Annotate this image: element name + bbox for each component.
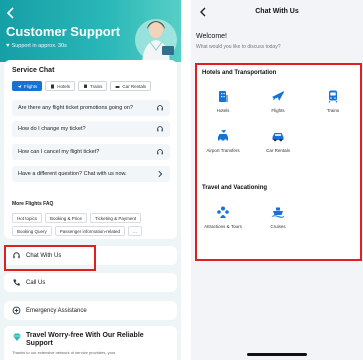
- welcome-prompt: What would you like to discuss today?: [196, 44, 281, 50]
- travel-card-description: Thanks to our extensive network of servi…: [12, 350, 116, 355]
- diamond-icon: [13, 333, 21, 341]
- faq-chip-more[interactable]: ...: [128, 226, 142, 236]
- chat-now-text: Have a different question? Chat with us …: [18, 171, 127, 177]
- train-icon: [84, 84, 88, 88]
- faq-question[interactable]: How do I change my ticket?: [12, 121, 170, 137]
- tab-label: Hotels: [57, 83, 71, 89]
- service-chat-title: Service Chat: [12, 67, 55, 74]
- car-icon: [115, 85, 120, 88]
- tab-label: Trains: [90, 83, 103, 89]
- plane-icon: [17, 84, 22, 88]
- faq-chips-row: Booking Query Passenger information-rela…: [12, 226, 142, 236]
- faq-chips-row: Hot topics Booking & Price Ticketing & P…: [12, 213, 142, 223]
- travel-card-title: Travel Worry-free With Our Reliable Supp…: [26, 332, 144, 347]
- faq-chip[interactable]: Passenger information-related: [54, 226, 126, 236]
- emergency-assistance-label: Emergency Assistance: [26, 307, 87, 314]
- faq-chip[interactable]: Booking Query: [12, 226, 52, 236]
- phone-icon: [13, 279, 20, 286]
- faq-chip[interactable]: Booking & Price: [45, 213, 88, 223]
- tab-label: Car Rentals: [122, 83, 147, 89]
- back-icon[interactable]: [5, 7, 17, 19]
- travel-worry-free-card: Travel Worry-free With Our Reliable Supp…: [4, 326, 177, 360]
- welcome-text: Welcome!: [196, 33, 227, 40]
- left-screen: Customer Support ♥ Support in approx. 30…: [0, 0, 181, 360]
- headset-icon: [157, 149, 163, 155]
- support-time-label: Support in approx. 30s: [11, 43, 67, 49]
- chevron-right-icon: [158, 170, 163, 178]
- service-chat-panel: Service Chat Flights Hotels Trains Car R…: [4, 60, 177, 239]
- right-screen: Chat With Us Welcome! What would you lik…: [191, 0, 363, 360]
- heart-icon: ♥: [6, 43, 10, 49]
- support-time: ♥ Support in approx. 30s: [6, 43, 67, 49]
- support-header: Customer Support ♥ Support in approx. 30…: [0, 0, 181, 62]
- page-title: Customer Support: [6, 24, 121, 39]
- emergency-icon: [12, 306, 21, 315]
- chat-now-row[interactable]: Have a different question? Chat with us …: [12, 166, 170, 182]
- faq-chip[interactable]: Ticketing & Payment: [90, 213, 142, 223]
- product-tabs: Flights Hotels Trains Car Rentals: [12, 81, 152, 91]
- highlight-box: [4, 245, 96, 271]
- more-faq-label: More Flights FAQ: [12, 201, 54, 207]
- faq-chip[interactable]: Hot topics: [12, 213, 43, 223]
- faq-question-text: Are there any flight ticket promotions g…: [18, 105, 133, 111]
- faq-question-text: How can I cancel my flight ticket?: [18, 149, 100, 155]
- headset-icon: [157, 126, 163, 132]
- tab-trains[interactable]: Trains: [78, 81, 108, 91]
- support-agent-illustration: [135, 19, 177, 62]
- page-title: Chat With Us: [255, 8, 299, 15]
- call-us-button[interactable]: Call Us: [4, 273, 177, 292]
- faq-question[interactable]: Are there any flight ticket promotions g…: [12, 100, 170, 116]
- home-indicator: [247, 353, 307, 356]
- hotel-icon: [51, 84, 55, 88]
- faq-question[interactable]: How can I cancel my flight ticket?: [12, 144, 170, 160]
- faq-question-text: How do I change my ticket?: [18, 126, 86, 132]
- highlight-box: [195, 63, 362, 261]
- tab-car-rentals[interactable]: Car Rentals: [110, 81, 152, 91]
- tab-label: Flights: [24, 83, 38, 89]
- emergency-assistance-button[interactable]: Emergency Assistance: [4, 301, 177, 320]
- tab-flights[interactable]: Flights: [12, 81, 43, 91]
- tab-hotels[interactable]: Hotels: [45, 81, 76, 91]
- call-us-label: Call Us: [26, 279, 46, 286]
- headset-icon: [157, 105, 163, 111]
